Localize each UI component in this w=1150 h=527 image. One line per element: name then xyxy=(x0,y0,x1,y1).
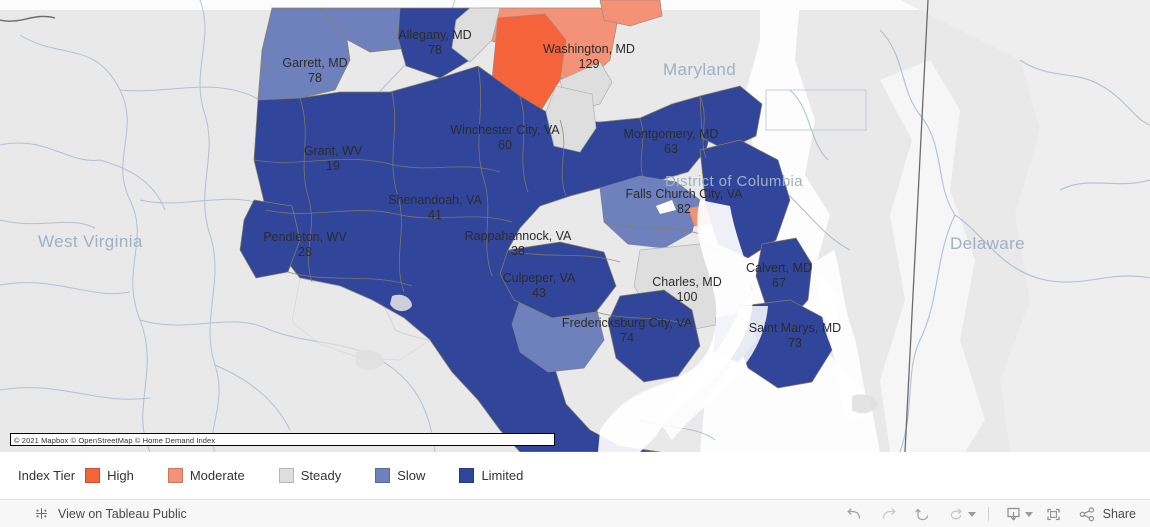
legend-swatch-moderate xyxy=(167,468,183,483)
undo-icon xyxy=(847,507,861,519)
legend-label-moderate: Moderate xyxy=(189,468,245,483)
view-on-tableau-public-label: View on Tableau Public xyxy=(58,506,187,521)
view-on-tableau-public-button[interactable]: View on Tableau Public xyxy=(0,506,187,521)
share-icon xyxy=(1079,506,1094,521)
legend-label-steady: Steady xyxy=(300,468,342,483)
redo-button[interactable] xyxy=(872,500,906,527)
toolbar-actions: Share xyxy=(838,500,1136,527)
map-geometry xyxy=(0,0,1150,452)
refresh-dropdown-caret-icon[interactable] xyxy=(967,511,976,517)
map-canvas[interactable]: West Virginia Maryland District of Colum… xyxy=(0,0,1150,452)
map-attribution: © 2021 Mapbox © OpenStreetMap © Home Dem… xyxy=(10,433,555,446)
tableau-logo-icon xyxy=(34,506,49,521)
legend-label-high: High xyxy=(107,468,134,483)
legend-swatch-slow xyxy=(375,468,391,483)
share-button[interactable]: Share xyxy=(1071,506,1136,522)
legend-label-slow: Slow xyxy=(397,468,426,483)
download-icon xyxy=(1007,507,1020,521)
share-label: Share xyxy=(1102,507,1136,521)
legend-swatch-limited xyxy=(459,468,475,483)
legend-item-limited[interactable]: Limited xyxy=(459,468,523,483)
legend-item-high[interactable]: High xyxy=(85,468,134,483)
legend-swatch-high xyxy=(85,468,101,483)
bottom-toolbar: View on Tableau Public Share xyxy=(0,499,1150,527)
redo-icon xyxy=(882,507,896,519)
download-dropdown-caret-icon[interactable] xyxy=(1024,511,1033,517)
tableau-dashboard: { "map": { "attribution": "© 2021 Mapbox… xyxy=(0,0,1150,527)
revert-button[interactable] xyxy=(906,500,940,527)
legend-control-bar: Index Tier High Moderate Steady Slow Lim… xyxy=(0,452,1150,499)
legend-item-slow[interactable]: Slow xyxy=(375,468,425,483)
legend-swatch-steady xyxy=(278,468,294,483)
legend-item-moderate[interactable]: Moderate xyxy=(167,468,245,483)
legend-label-limited: Limited xyxy=(481,468,524,483)
legend-item-steady[interactable]: Steady xyxy=(278,468,342,483)
refresh-icon xyxy=(950,507,962,519)
index-tier-legend: Index Tier High Moderate Steady Slow Lim… xyxy=(0,468,523,483)
legend-title: Index Tier xyxy=(18,468,76,483)
fullscreen-button[interactable] xyxy=(1037,500,1071,527)
fullscreen-icon xyxy=(1047,508,1060,520)
toolbar-divider xyxy=(987,507,989,521)
undo-button[interactable] xyxy=(838,500,872,527)
revert-icon xyxy=(915,508,929,520)
